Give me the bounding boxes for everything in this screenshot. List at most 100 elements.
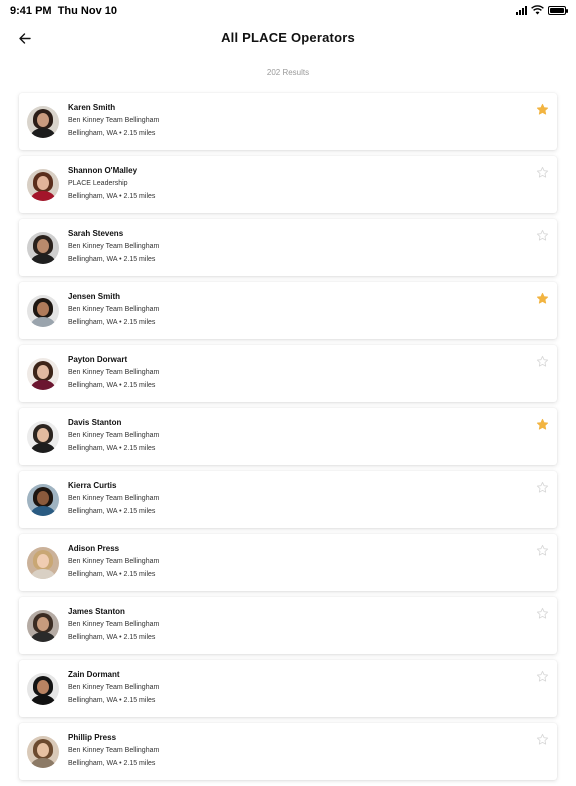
- star-filled-icon: [536, 292, 548, 304]
- operator-name: Shannon O'Malley: [68, 166, 138, 175]
- operator-info: Shannon O'Malley PLACE Leadership Bellin…: [68, 166, 155, 201]
- operator-location: Bellingham, WA • 2.15 miles: [68, 382, 156, 389]
- operator-team: Ben Kinney Team Bellingham: [68, 684, 160, 691]
- operator-team: Ben Kinney Team Bellingham: [68, 495, 160, 502]
- status-clock: 9:41 PM: [10, 5, 52, 17]
- star-filled-icon: [536, 418, 548, 430]
- favorite-button[interactable]: [535, 228, 549, 242]
- cellular-signal-icon: [516, 5, 527, 15]
- operator-info: Jensen Smith Ben Kinney Team Bellingham …: [68, 292, 159, 327]
- operator-location: Bellingham, WA • 2.15 miles: [68, 445, 156, 452]
- operator-card[interactable]: Jensen Smith Ben Kinney Team Bellingham …: [19, 282, 557, 339]
- operator-info: Sarah Stevens Ben Kinney Team Bellingham…: [68, 229, 159, 264]
- operator-location: Bellingham, WA • 2.15 miles: [68, 508, 156, 515]
- operator-info: James Stanton Ben Kinney Team Bellingham…: [68, 607, 159, 642]
- operator-info: Kierra Curtis Ben Kinney Team Bellingham…: [68, 481, 159, 516]
- operator-card[interactable]: Karen Smith Ben Kinney Team Bellingham B…: [19, 93, 557, 150]
- wifi-icon: [531, 5, 544, 15]
- results-count: 202 Results: [266, 68, 310, 77]
- page-title: All PLACE Operators: [221, 30, 355, 45]
- favorite-button[interactable]: [535, 669, 549, 683]
- operator-info: Adison Press Ben Kinney Team Bellingham …: [68, 544, 159, 579]
- operator-list: Karen Smith Ben Kinney Team Bellingham B…: [19, 93, 557, 786]
- operator-location: Bellingham, WA • 2.15 miles: [68, 193, 156, 200]
- star-outline-icon: [536, 544, 548, 556]
- operator-info: Zain Dormant Ben Kinney Team Bellingham …: [68, 670, 159, 705]
- navigation-bar: All PLACE Operators: [0, 22, 576, 56]
- operator-name: Jensen Smith: [68, 292, 121, 301]
- star-outline-icon: [536, 607, 548, 619]
- avatar: [27, 295, 59, 327]
- operator-team: Ben Kinney Team Bellingham: [68, 747, 160, 754]
- operator-card[interactable]: Kierra Curtis Ben Kinney Team Bellingham…: [19, 471, 557, 528]
- avatar: [27, 106, 59, 138]
- operator-name: James Stanton: [68, 607, 125, 616]
- operator-location: Bellingham, WA • 2.15 miles: [68, 760, 156, 767]
- favorite-button[interactable]: [535, 165, 549, 179]
- operator-card[interactable]: Shannon O'Malley PLACE Leadership Bellin…: [19, 156, 557, 213]
- operator-location: Bellingham, WA • 2.15 miles: [68, 697, 156, 704]
- operator-info: Phillip Press Ben Kinney Team Bellingham…: [68, 733, 159, 768]
- operator-location: Bellingham, WA • 2.15 miles: [68, 571, 156, 578]
- operator-location: Bellingham, WA • 2.15 miles: [68, 130, 156, 137]
- operator-team: Ben Kinney Team Bellingham: [68, 432, 160, 439]
- operator-card[interactable]: James Stanton Ben Kinney Team Bellingham…: [19, 597, 557, 654]
- operator-card[interactable]: Adison Press Ben Kinney Team Bellingham …: [19, 534, 557, 591]
- operator-team: Ben Kinney Team Bellingham: [68, 243, 160, 250]
- operator-info: Karen Smith Ben Kinney Team Bellingham B…: [68, 103, 159, 138]
- operator-team: Ben Kinney Team Bellingham: [68, 369, 160, 376]
- avatar: [27, 358, 59, 390]
- operator-card[interactable]: Phillip Press Ben Kinney Team Bellingham…: [19, 723, 557, 780]
- operator-name: Phillip Press: [68, 733, 117, 742]
- operator-card[interactable]: Sarah Stevens Ben Kinney Team Bellingham…: [19, 219, 557, 276]
- favorite-button[interactable]: [535, 291, 549, 305]
- operator-name: Payton Dorwart: [68, 355, 128, 364]
- status-date: Thu Nov 10: [57, 5, 117, 17]
- operator-team: Ben Kinney Team Bellingham: [68, 306, 160, 313]
- operator-card[interactable]: Payton Dorwart Ben Kinney Team Bellingha…: [19, 345, 557, 402]
- avatar: [27, 232, 59, 264]
- operator-location: Bellingham, WA • 2.15 miles: [68, 319, 156, 326]
- operator-team: PLACE Leadership: [68, 180, 128, 187]
- star-outline-icon: [536, 733, 548, 745]
- operator-name: Davis Stanton: [68, 418, 122, 427]
- operator-info: Payton Dorwart Ben Kinney Team Bellingha…: [68, 355, 159, 390]
- star-outline-icon: [536, 229, 548, 241]
- status-bar: 9:41 PM Thu Nov 10: [0, 0, 576, 22]
- status-time: 9:41 PM Thu Nov 10: [10, 5, 117, 17]
- avatar: [27, 610, 59, 642]
- operator-info: Davis Stanton Ben Kinney Team Bellingham…: [68, 418, 159, 453]
- star-filled-icon: [536, 103, 548, 115]
- star-outline-icon: [536, 355, 548, 367]
- favorite-button[interactable]: [535, 732, 549, 746]
- avatar: [27, 736, 59, 768]
- operator-name: Sarah Stevens: [68, 229, 124, 238]
- avatar: [27, 547, 59, 579]
- avatar: [27, 169, 59, 201]
- operator-name: Karen Smith: [68, 103, 116, 112]
- favorite-button[interactable]: [535, 480, 549, 494]
- operator-location: Bellingham, WA • 2.15 miles: [68, 634, 156, 641]
- star-outline-icon: [536, 166, 548, 178]
- operator-team: Ben Kinney Team Bellingham: [68, 558, 160, 565]
- avatar: [27, 673, 59, 705]
- avatar: [27, 421, 59, 453]
- favorite-button[interactable]: [535, 417, 549, 431]
- operator-team: Ben Kinney Team Bellingham: [68, 621, 160, 628]
- star-outline-icon: [536, 670, 548, 682]
- operator-name: Kierra Curtis: [68, 481, 117, 490]
- favorite-button[interactable]: [535, 543, 549, 557]
- favorite-button[interactable]: [535, 354, 549, 368]
- favorite-button[interactable]: [535, 102, 549, 116]
- operator-card[interactable]: Zain Dormant Ben Kinney Team Bellingham …: [19, 660, 557, 717]
- operator-name: Zain Dormant: [68, 670, 120, 679]
- operator-team: Ben Kinney Team Bellingham: [68, 117, 160, 124]
- avatar: [27, 484, 59, 516]
- star-outline-icon: [536, 481, 548, 493]
- operator-card[interactable]: Davis Stanton Ben Kinney Team Bellingham…: [19, 408, 557, 465]
- favorite-button[interactable]: [535, 606, 549, 620]
- battery-icon: [548, 5, 568, 15]
- operator-location: Bellingham, WA • 2.15 miles: [68, 256, 156, 263]
- operator-name: Adison Press: [68, 544, 120, 553]
- status-icons: [516, 5, 568, 15]
